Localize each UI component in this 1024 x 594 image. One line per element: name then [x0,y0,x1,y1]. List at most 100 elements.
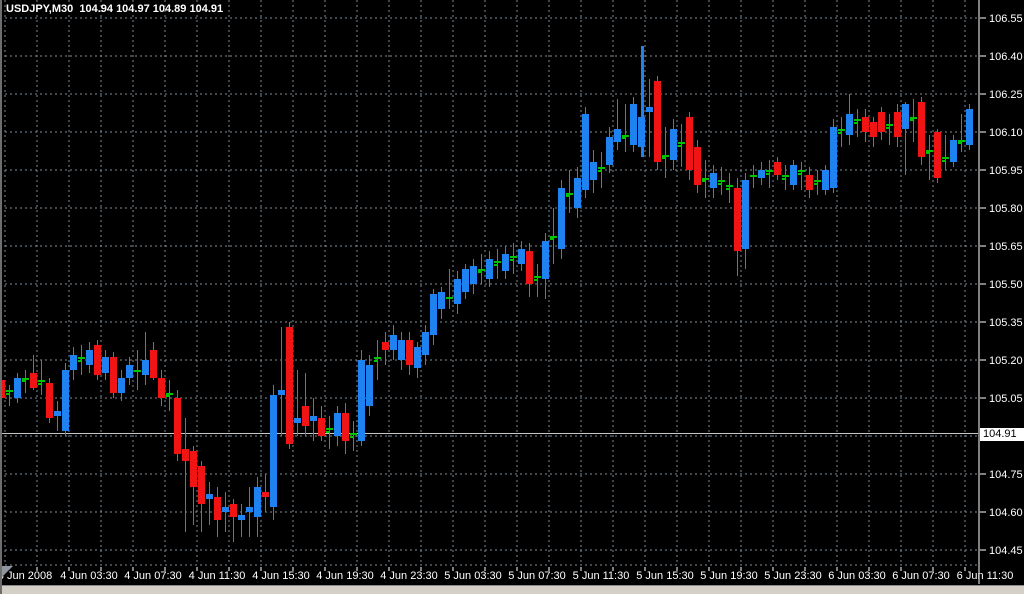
candle-open-tick [782,178,785,180]
candle-wick [497,249,498,279]
candle-body-down [182,449,189,461]
candle-body-up [398,340,405,360]
candle-wick [513,243,514,274]
candle-body-up [62,370,69,431]
candle-open-tick [702,180,705,182]
candle-body-down [0,380,5,398]
candle-doji-body [662,155,669,157]
candle-open-tick [926,152,929,154]
candle-body-up [270,395,277,507]
candle-wick [929,135,930,180]
candle-body-up [630,104,637,145]
candle-body-down [286,327,293,444]
candle-body-down [302,406,309,426]
candle-body-up [518,249,525,264]
candle-body-up [366,365,373,406]
candle-body-up [758,170,765,178]
candle-body-down [190,451,197,487]
candle-body-up [462,269,469,292]
candle-doji-body [678,142,685,144]
candle-doji-body [814,180,821,182]
candle-wick [329,416,330,449]
candle-body-down [174,398,181,454]
candle-wick [889,114,890,145]
candle-wick [945,135,946,170]
candle-body-down [526,251,533,284]
candle-body-down [30,373,37,388]
candle-open-tick [942,160,945,162]
candle-body-down [686,117,693,170]
candle-wick [449,269,450,309]
time-axis[interactable] [0,567,979,585]
price-axis[interactable] [979,0,1024,585]
candle-wick [377,340,378,380]
candle-open-tick [510,259,513,261]
candle-body-down [878,112,885,132]
candle-wick [1,375,2,403]
candle-open-tick [766,173,769,175]
candle-body-up [142,360,149,375]
candle-wick [729,173,730,203]
candle-open-tick [886,127,889,129]
candle-doji-body [374,357,381,359]
candle-wick [9,385,10,406]
candle-body-up [950,140,957,162]
candle-body-up [670,129,677,160]
candle-body-up [422,332,429,355]
candle-open-tick [166,395,169,397]
candle-body-down [694,147,701,185]
candle-doji-body [622,135,629,137]
candle-open-tick [958,142,961,144]
candle-doji-body [534,276,541,278]
candle-doji-body [910,117,917,119]
candle-body-down [158,378,165,398]
candle-open-tick [566,195,569,197]
candle-wick [769,160,770,188]
candle-wick [145,332,146,385]
window-bottom-border [0,585,1024,594]
candle-body-up [126,365,133,378]
candle-body-up [902,104,909,129]
candle-open-tick [678,145,681,147]
candle-open-tick [374,360,377,362]
candle-open-tick [6,393,9,395]
candle-wick [841,117,842,147]
candle-body-up [638,117,645,147]
candle-body-up [574,178,581,208]
candle-open-tick [798,173,801,175]
candle-body-down [198,466,205,504]
candlestick-chart-canvas[interactable]: 106.55106.40106.25106.10105.95105.80105.… [0,0,1024,594]
candle-body-up [614,129,621,142]
chart-shift-marker[interactable] [2,566,13,577]
candle-wick [25,370,26,393]
candle-open-tick [350,436,353,438]
candle-wick [817,170,818,195]
candle-doji-body [926,150,933,152]
candle-body-up [430,294,437,335]
candle-body-down [406,340,413,365]
candle-doji-body [166,393,173,395]
candle-wick [537,264,538,297]
candle-body-down [46,383,53,418]
candle-body-up [582,114,589,190]
candle-doji-body [886,124,893,126]
candle-body-up [830,127,837,188]
candle-open-tick [854,122,857,124]
candle-open-tick [494,264,497,266]
candle-body-up [486,259,493,279]
candle-body-down [318,418,325,436]
candle-body-up [118,378,125,393]
candle-open-tick [814,183,817,185]
candle-body-up [646,107,653,112]
candle-wick [913,99,914,142]
candle-open-tick [478,271,481,273]
candle-doji-body [566,193,573,195]
candle-body-up [710,173,717,188]
candle-open-tick [22,380,25,382]
candle-wick [857,109,858,137]
candle-wick [601,152,602,188]
candle-wick [353,421,354,451]
candle-open-tick [326,431,329,433]
candle-body-up [542,241,549,279]
candle-doji-body [78,357,85,359]
